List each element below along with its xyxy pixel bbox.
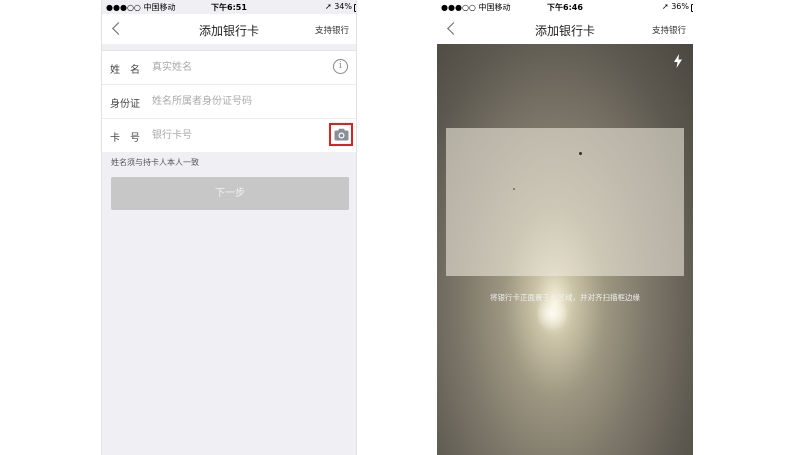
card-form: 姓 名 i 身份证 卡 号	[102, 51, 356, 152]
battery-icon	[354, 4, 356, 12]
next-button[interactable]: 下一步	[111, 177, 349, 210]
battery-icon	[691, 4, 693, 12]
battery-status: ➚ 36%	[661, 2, 693, 12]
card-row: 卡 号	[102, 118, 356, 152]
section-divider	[102, 44, 356, 51]
camera-icon	[334, 128, 349, 141]
card-number-input[interactable]	[152, 127, 326, 143]
status-bar: ●●●○○ 中国移动 下午6:51 ➚ 34%	[102, 0, 356, 14]
status-time: 下午6:46	[547, 3, 583, 12]
supported-banks-link[interactable]: 支持银行	[652, 24, 686, 36]
location-icon: ➚	[661, 2, 669, 11]
dust-speck	[513, 188, 515, 190]
dust-speck	[579, 152, 582, 155]
nav-bar: 添加银行卡 支持银行	[437, 14, 693, 44]
battery-percent: 36%	[671, 2, 689, 11]
info-icon[interactable]: i	[333, 59, 348, 74]
id-label: 身份证	[110, 99, 140, 110]
nav-bar: 添加银行卡 支持银行	[102, 14, 356, 44]
scan-frame	[446, 128, 684, 276]
battery-percent: 34%	[334, 2, 352, 11]
phone-screen-scanner: ●●●○○ 中国移动 下午6:46 ➚ 36% 添加银行卡 支持银行 将银行卡正…	[437, 0, 693, 455]
name-input[interactable]	[152, 59, 326, 75]
camera-viewfinder: 将银行卡正面置于此区域，并对齐扫描框边缘	[437, 44, 693, 455]
card-label: 卡 号	[110, 133, 140, 144]
name-row: 姓 名 i	[102, 51, 356, 84]
id-number-input[interactable]	[152, 93, 326, 109]
camera-scan-button[interactable]	[329, 123, 353, 146]
name-label: 姓 名	[110, 65, 140, 76]
id-row: 身份证	[102, 84, 356, 118]
location-icon: ➚	[324, 2, 332, 11]
name-hint: 姓名须与持卡人本人一致	[111, 158, 199, 167]
scan-instruction: 将银行卡正面置于此区域，并对齐扫描框边缘	[490, 293, 640, 302]
status-time: 下午6:51	[211, 3, 247, 12]
supported-banks-link[interactable]: 支持银行	[315, 24, 349, 36]
phone-screen-form: ●●●○○ 中国移动 下午6:51 ➚ 34% 添加银行卡 支持银行 姓 名 i…	[101, 0, 357, 455]
status-bar: ●●●○○ 中国移动 下午6:46 ➚ 36%	[437, 0, 693, 14]
flash-icon[interactable]	[673, 54, 683, 68]
battery-status: ➚ 34%	[324, 2, 356, 12]
